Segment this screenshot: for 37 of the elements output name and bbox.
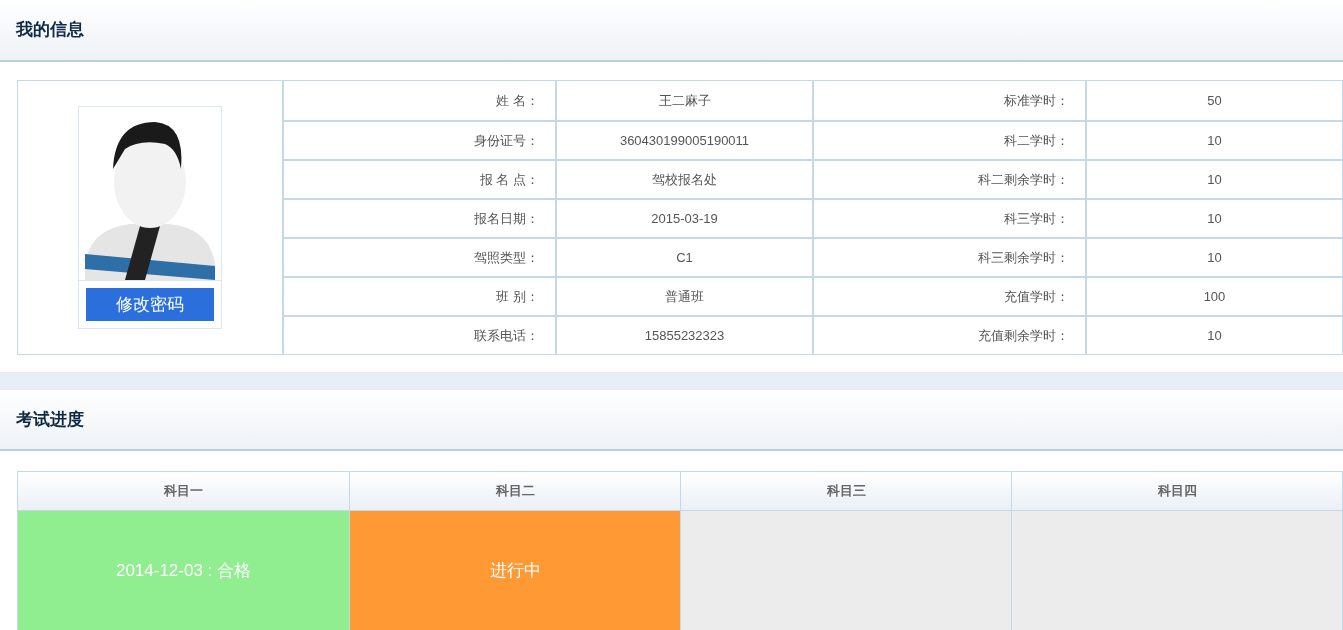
field-label: 标准学时： bbox=[1004, 91, 1069, 110]
field-value: 100 bbox=[1203, 287, 1226, 306]
status-text: 2014-12-03 : 合格 bbox=[115, 560, 252, 583]
field-value: 10 bbox=[1207, 209, 1222, 228]
section-title: 考试进度 bbox=[16, 408, 84, 431]
field-value: 驾校报名处 bbox=[652, 170, 717, 189]
column-header: 科目三 bbox=[826, 482, 866, 501]
field-value: 2015-03-19 bbox=[651, 209, 718, 228]
field-value: 10 bbox=[1207, 248, 1222, 267]
field-label: 身份证号： bbox=[474, 131, 539, 150]
field-label: 充值学时： bbox=[1004, 287, 1069, 306]
field-value: 王二麻子 bbox=[658, 91, 711, 110]
field-value: 10 bbox=[1207, 170, 1222, 189]
field-label: 报 名 点： bbox=[479, 170, 539, 189]
field-label: 科三学时： bbox=[1004, 209, 1069, 228]
column-header: 科目一 bbox=[164, 482, 203, 501]
change-password-button[interactable]: 修改密码 bbox=[86, 288, 214, 321]
status-text: 进行中 bbox=[489, 560, 541, 583]
field-value: 360430199005190011 bbox=[619, 131, 750, 150]
field-label: 科二剩余学时： bbox=[978, 170, 1069, 189]
field-label: 驾照类型： bbox=[474, 248, 539, 267]
field-value: 10 bbox=[1207, 131, 1222, 150]
field-label: 班 别： bbox=[496, 287, 539, 306]
field-value: 普通班 bbox=[665, 287, 704, 306]
field-value: 50 bbox=[1207, 91, 1222, 110]
column-header: 科目四 bbox=[1157, 482, 1197, 501]
field-value: 10 bbox=[1207, 326, 1222, 345]
field-label: 充值剩余学时： bbox=[978, 326, 1069, 345]
field-label: 报名日期： bbox=[474, 209, 539, 228]
field-label: 联系电话： bbox=[474, 326, 539, 345]
field-label: 科二学时： bbox=[1004, 131, 1069, 150]
field-value: C1 bbox=[676, 248, 693, 267]
field-value: 15855232323 bbox=[644, 326, 725, 345]
field-label: 姓 名： bbox=[496, 91, 539, 110]
section-title: 我的信息 bbox=[16, 19, 84, 42]
column-header: 科目二 bbox=[495, 482, 535, 501]
field-label: 科三剩余学时： bbox=[978, 248, 1069, 267]
